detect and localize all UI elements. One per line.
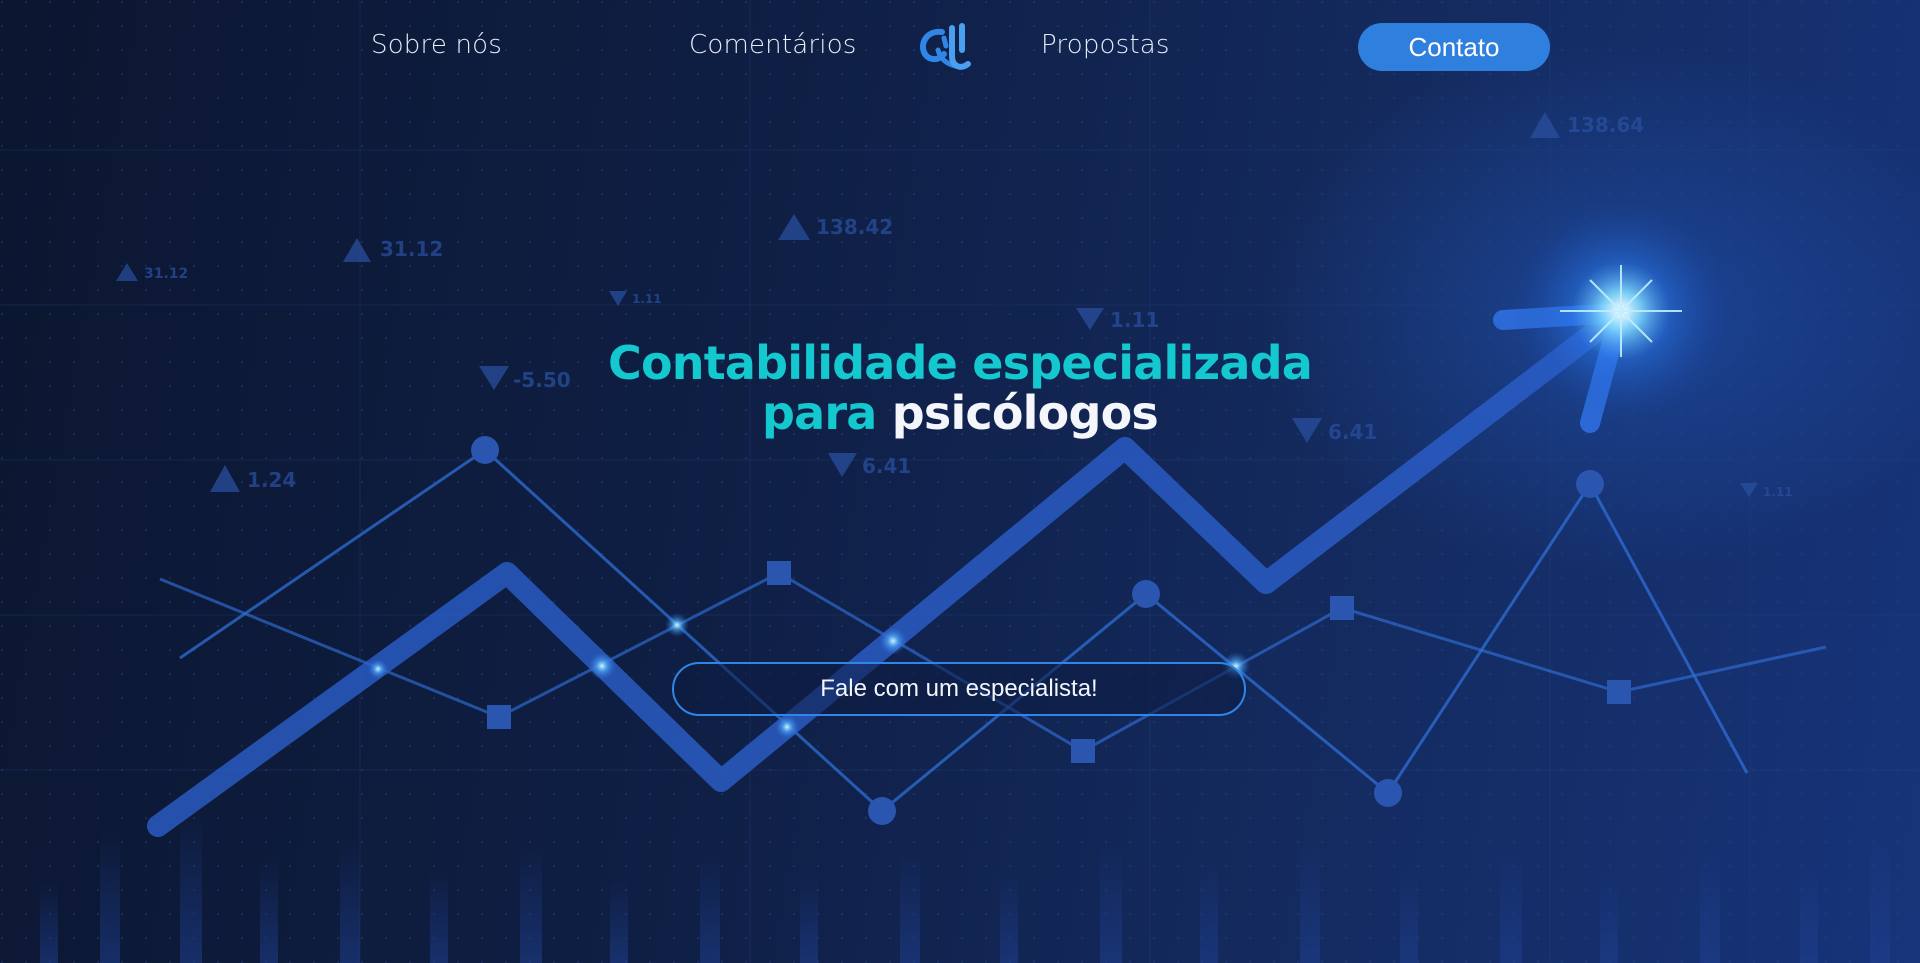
ticker-value: 1.24 <box>247 468 296 492</box>
ticker-value: 31.12 <box>380 237 443 261</box>
headline-main-word: psicólogos <box>891 386 1159 440</box>
contact-button[interactable]: Contato <box>1358 23 1550 71</box>
brand-logo-icon[interactable] <box>916 20 978 74</box>
hero-section: 138.64 138.42 31.12 31.12 1.11 1.11 -5.5… <box>0 0 1920 963</box>
nav-link-sobre-nos[interactable]: Sobre nós <box>371 30 502 60</box>
headline-accent-word: para <box>762 386 877 440</box>
headline-line1: Contabilidade especializada <box>608 336 1313 390</box>
ticker-value: 31.12 <box>144 266 188 282</box>
ticker-value: 138.42 <box>816 215 893 239</box>
top-navigation: Sobre nós Comentários Propostas Contato <box>0 0 1920 96</box>
ticker-value: 1.11 <box>1763 485 1793 499</box>
ticker-value: 6.41 <box>862 454 911 478</box>
ticker-value: 1.11 <box>1110 308 1159 332</box>
nav-link-comentarios[interactable]: Comentários <box>689 30 857 60</box>
nav-link-propostas[interactable]: Propostas <box>1041 30 1170 60</box>
background-chart-graphic: 138.64 138.42 31.12 31.12 1.11 1.11 -5.5… <box>0 0 1920 963</box>
hero-headline: Contabilidade especializada para psicólo… <box>460 338 1460 438</box>
cta-specialist-button[interactable]: Fale com um especialista! <box>672 662 1246 716</box>
ticker-value: 138.64 <box>1567 113 1644 137</box>
ticker-value: 1.11 <box>632 292 662 306</box>
